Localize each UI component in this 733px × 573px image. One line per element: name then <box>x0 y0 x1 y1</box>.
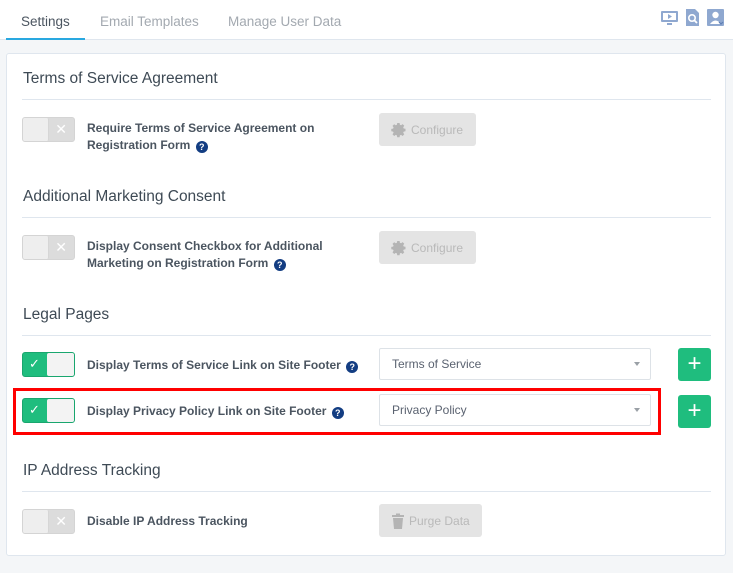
label-line: Registration Form <box>87 138 191 152</box>
check-icon: ✓ <box>29 402 40 417</box>
tab-settings[interactable]: Settings <box>21 14 70 29</box>
divider <box>22 217 711 218</box>
label-line: Require Terms of Service Agreement on <box>87 121 315 135</box>
x-icon: ✕ <box>55 121 67 137</box>
help-icon[interactable]: ? <box>195 141 208 153</box>
marketing-configure-button[interactable]: Configure <box>379 231 476 264</box>
gear-icon <box>391 240 406 255</box>
divider <box>22 335 711 336</box>
tos-footer-link-label: Display Terms of Service Link on Site Fo… <box>87 357 359 374</box>
toggle-knob <box>23 510 49 533</box>
toggle-knob <box>23 236 49 259</box>
button-label: Configure <box>411 240 464 255</box>
help-icon[interactable]: ? <box>273 259 286 271</box>
tab-email-templates[interactable]: Email Templates <box>100 14 199 29</box>
privacy-footer-link-label: Display Privacy Policy Link on Site Foot… <box>87 403 344 420</box>
x-icon: ✕ <box>55 513 67 529</box>
tab-manage-user-data[interactable]: Manage User Data <box>228 14 341 29</box>
divider <box>22 491 711 492</box>
caret-down-icon <box>634 408 640 412</box>
label-text: Display Terms of Service Link on Site Fo… <box>87 358 341 372</box>
add-tos-page-button[interactable]: + <box>678 348 711 381</box>
purge-data-button[interactable]: Purge Data <box>379 504 482 537</box>
help-icon[interactable]: ? <box>346 361 359 373</box>
x-icon: ✕ <box>55 239 67 255</box>
add-privacy-page-button[interactable]: + <box>678 395 711 428</box>
select-value: Terms of Service <box>392 357 482 371</box>
help-icon[interactable]: ? <box>331 407 344 419</box>
tos-page-select[interactable]: Terms of Service <box>379 348 651 380</box>
tos-required-toggle[interactable]: ✕ <box>22 117 75 142</box>
top-icons <box>660 8 725 27</box>
section-title-marketing: Additional Marketing Consent <box>23 188 226 205</box>
tos-configure-button[interactable]: Configure <box>379 113 476 146</box>
marketing-consent-toggle[interactable]: ✕ <box>22 235 75 260</box>
button-label: Configure <box>411 122 464 137</box>
settings-panel: Terms of Service Agreement ✕ Require Ter… <box>6 53 726 556</box>
toggle-knob <box>47 353 74 376</box>
section-title-legal: Legal Pages <box>23 306 110 323</box>
section-title-ip: IP Address Tracking <box>23 462 161 479</box>
video-tutorial-icon[interactable] <box>660 8 679 27</box>
user-profile-icon[interactable] <box>706 8 725 27</box>
toggle-knob <box>47 399 74 422</box>
divider <box>22 99 711 100</box>
tos-footer-link-toggle[interactable]: ✓ <box>22 352 75 377</box>
tos-required-label: Require Terms of Service Agreement on Re… <box>87 120 314 154</box>
marketing-consent-label: Display Consent Checkbox for Additional … <box>87 238 323 272</box>
label-line: Display Consent Checkbox for Additional <box>87 239 323 253</box>
privacy-footer-link-toggle[interactable]: ✓ <box>22 398 75 423</box>
toggle-knob <box>23 118 49 141</box>
disable-ip-tracking-label: Disable IP Address Tracking <box>87 514 248 528</box>
section-title-tos: Terms of Service Agreement <box>23 70 218 87</box>
button-label: Purge Data <box>409 513 470 528</box>
caret-down-icon <box>634 362 640 366</box>
gear-icon <box>391 122 406 137</box>
trash-icon <box>392 513 404 529</box>
select-value: Privacy Policy <box>392 403 467 417</box>
label-line: Marketing on Registration Form <box>87 256 269 270</box>
tab-bar: Settings Email Templates Manage User Dat… <box>0 0 733 40</box>
privacy-page-select[interactable]: Privacy Policy <box>379 394 651 426</box>
search-document-icon[interactable] <box>683 8 702 27</box>
disable-ip-tracking-toggle[interactable]: ✕ <box>22 509 75 534</box>
label-text: Display Privacy Policy Link on Site Foot… <box>87 404 327 418</box>
active-tab-indicator <box>6 38 85 40</box>
check-icon: ✓ <box>29 356 40 371</box>
